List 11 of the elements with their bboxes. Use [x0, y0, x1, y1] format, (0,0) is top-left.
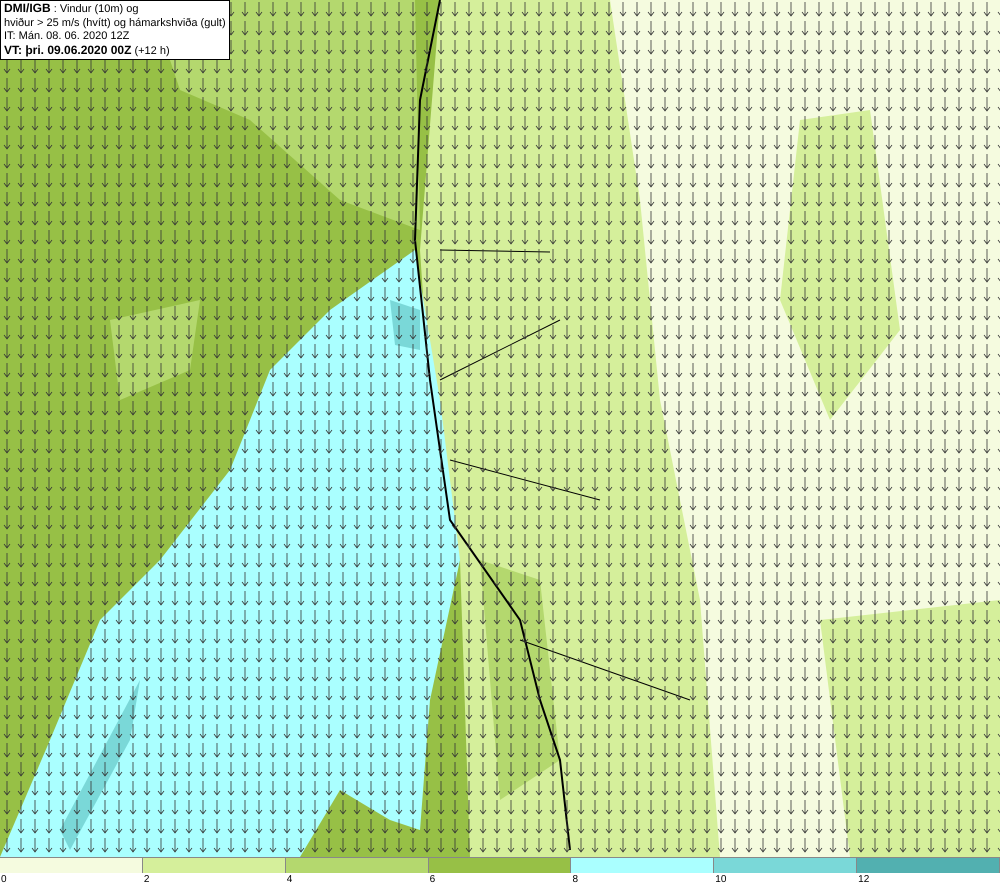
header-text: IT: Mán. 08. 06. 2020 12Z — [4, 30, 130, 44]
legend-label: 0 — [1, 874, 7, 885]
legend-label: 4 — [286, 874, 292, 885]
legend-label: 2 — [144, 874, 150, 885]
legend-label: 12 — [858, 874, 870, 885]
legend-label: 8 — [572, 874, 578, 885]
header-text: hviður > 25 m/s (hvítt) og hámarkshviða (gult) — [4, 16, 226, 30]
header-text: DMI/IGB : Vindur (10m) og — [4, 2, 140, 16]
header-text: VT: þri. 09.06.2020 00Z (+12 h) — [4, 44, 171, 58]
legend-label: 6 — [430, 874, 436, 885]
legend-label: 10 — [715, 874, 726, 885]
